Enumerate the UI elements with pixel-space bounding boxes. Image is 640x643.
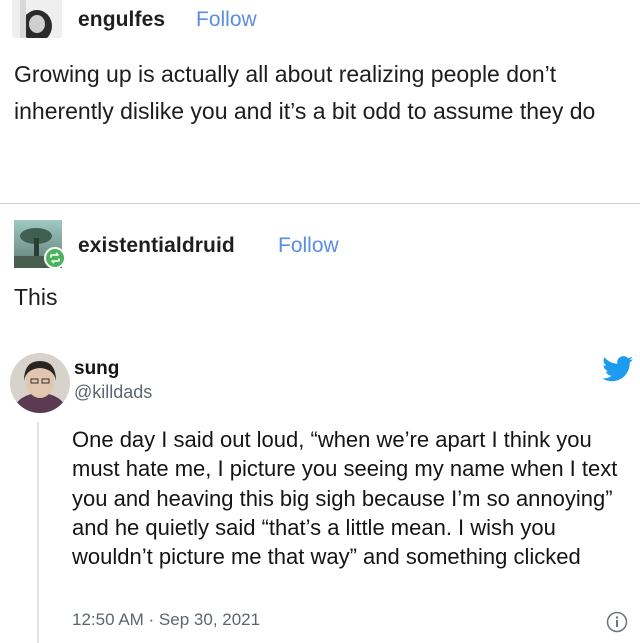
post1-username[interactable]: engulfes <box>78 8 165 32</box>
tweet-author-handle[interactable]: @killdads <box>74 382 152 403</box>
post2-follow-button[interactable]: Follow <box>278 234 339 258</box>
post1-follow-button[interactable]: Follow <box>196 8 257 32</box>
tweet-author-avatar[interactable] <box>10 353 70 413</box>
post1-body: Growing up is actually all about realizi… <box>14 61 596 124</box>
tweet-author-avatar-image <box>10 353 70 413</box>
post2-username[interactable]: existentialdruid <box>78 234 235 258</box>
tweet-timestamp[interactable]: 12:50 AM · Sep 30, 2021 <box>72 610 260 630</box>
tweet-author-name[interactable]: sung <box>74 358 119 380</box>
post-divider <box>0 203 640 204</box>
reblog-icon <box>44 247 66 269</box>
engulfes-avatar[interactable] <box>12 0 62 38</box>
tweet-body: One day I said out loud, “when we’re apa… <box>72 427 618 570</box>
twitter-bird-icon[interactable] <box>602 356 634 382</box>
tweet-quote-rule <box>37 422 39 643</box>
post2-body: This <box>14 284 58 310</box>
info-icon[interactable] <box>606 611 628 633</box>
engulfes-avatar-image <box>12 0 62 38</box>
